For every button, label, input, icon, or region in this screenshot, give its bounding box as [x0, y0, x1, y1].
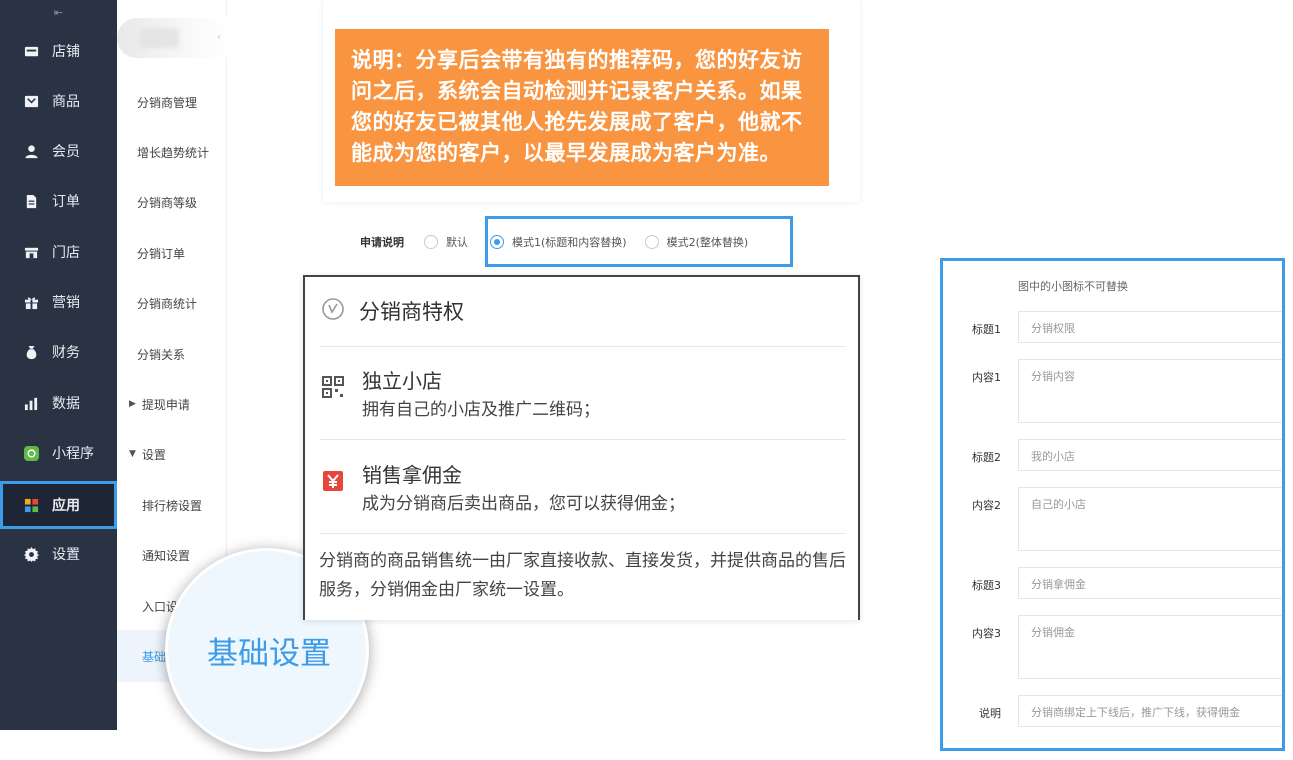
money-bag-icon [22, 343, 40, 361]
submenu-item[interactable]: 分销订单 [117, 234, 227, 272]
field-label: 标题3 [972, 579, 1001, 592]
nav-item-shop[interactable]: 门店 [0, 230, 117, 274]
title2-input[interactable]: 我的小店 [1018, 439, 1282, 471]
yen-icon [321, 469, 345, 493]
gift-icon [22, 293, 40, 311]
badge-check-icon [321, 297, 345, 325]
nav-item-goods[interactable]: 商品 [0, 79, 117, 123]
nav-item-apps[interactable]: 应用 [0, 481, 117, 529]
main-nav: ⇤ 店铺 商品 会员 订单 门店 营销 财务 数据 小程序 应用 设置 [0, 0, 117, 730]
privilege-desc: 成为分销商后卖出商品，您可以获得佣金； [362, 494, 685, 514]
nav-item-label: 会员 [52, 144, 80, 160]
divider [320, 533, 846, 534]
field-label: 说明 [979, 707, 1001, 720]
field-label: 内容3 [972, 627, 1001, 640]
submenu-item[interactable]: 增长趋势统计 [117, 133, 227, 171]
privilege-title: 独立小店 [362, 369, 442, 393]
title1-input[interactable]: 分销权限 [1018, 311, 1282, 343]
privilege-title: 销售拿佣金 [362, 463, 462, 487]
caret-right-icon: ▶ [129, 399, 136, 409]
privilege-desc: 拥有自己的小店及推广二维码； [362, 400, 600, 420]
title3-input[interactable]: 分销拿佣金 [1018, 567, 1282, 599]
notice-text: 说明：分享后会带有独有的推荐码，您的好友访问之后，系统会自动检测并记录客户关系。… [335, 29, 829, 186]
miniprogram-icon [22, 444, 40, 462]
description-input[interactable]: 分销商绑定上下线后，推广下线，获得佣金 [1018, 695, 1282, 727]
nav-item-data[interactable]: 数据 [0, 381, 117, 425]
submenu-item[interactable]: 分销商等级 [117, 183, 227, 221]
radio-highlight-box [485, 216, 793, 267]
preview-footer: 分销商的商品销售统一由厂家直接收款、直接发货，并提供商品的售后服务，分销佣金由厂… [319, 551, 846, 600]
apps-icon [22, 496, 40, 514]
nav-item-marketing[interactable]: 营销 [0, 280, 117, 324]
distributor-privilege-preview: 分销商特权 独立小店 拥有自己的小店及推广二维码； 销售拿佣金 成为分销商后卖出… [303, 275, 860, 620]
submenu-item[interactable]: 分销关系 [117, 335, 227, 373]
nav-item-label: 营销 [52, 295, 80, 311]
submenu-group-withdraw[interactable]: ▶ 提现申请 [117, 385, 227, 423]
content2-textarea[interactable]: 自己的小店 [1018, 487, 1282, 551]
content3-textarea[interactable]: 分销佣金 [1018, 615, 1282, 679]
nav-item-label: 商品 [52, 94, 80, 110]
submenu-item-ranking[interactable]: 排行榜设置 [117, 486, 227, 524]
blurred-store-switch: ‹ [117, 18, 227, 58]
member-icon [22, 142, 40, 160]
caret-down-icon: ▼ [129, 449, 136, 459]
radio-default[interactable]: 默认 [424, 234, 468, 250]
nav-item-label: 数据 [52, 396, 80, 412]
nav-item-finance[interactable]: 财务 [0, 330, 117, 374]
nav-item-label: 财务 [52, 345, 80, 361]
preview-header: 分销商特权 [305, 277, 858, 345]
nav-item-settings[interactable]: 设置 [0, 532, 117, 576]
divider [320, 439, 846, 440]
field-label: 标题2 [972, 451, 1001, 464]
shop-icon [22, 243, 40, 261]
apply-desc-label: 申请说明 [360, 236, 404, 249]
preview-title: 分销商特权 [359, 300, 464, 324]
nav-item-label: 订单 [52, 194, 80, 210]
privilege-form: 图中的小图标不可替换 标题1 分销权限 内容1 分销内容 标题2 我的小店 内容… [940, 258, 1285, 751]
nav-item-store[interactable]: 店铺 [0, 29, 117, 73]
content1-textarea[interactable]: 分销内容 [1018, 359, 1282, 423]
qrcode-icon [321, 375, 345, 399]
privilege-store: 独立小店 拥有自己的小店及推广二维码； [321, 365, 851, 425]
field-label: 内容1 [972, 371, 1001, 384]
gear-icon [22, 545, 40, 563]
nav-item-member[interactable]: 会员 [0, 129, 117, 173]
field-label: 内容2 [972, 499, 1001, 512]
submenu-group-settings[interactable]: ▼ 设置 [117, 435, 227, 473]
privilege-commission: 销售拿佣金 成为分销商后卖出商品，您可以获得佣金； [321, 459, 851, 519]
nav-item-label: 小程序 [52, 446, 94, 462]
goods-icon [22, 92, 40, 110]
nav-item-order[interactable]: 订单 [0, 179, 117, 223]
nav-item-miniprogram[interactable]: 小程序 [0, 431, 117, 475]
divider [320, 346, 846, 347]
form-hint: 图中的小图标不可替换 [1018, 280, 1128, 293]
store-icon [22, 42, 40, 60]
field-label: 标题1 [972, 323, 1001, 336]
submenu-item[interactable]: 分销商统计 [117, 284, 227, 322]
submenu-item[interactable]: 分销商管理 [117, 83, 227, 121]
nav-item-label: 设置 [52, 547, 80, 563]
bar-chart-icon [22, 394, 40, 412]
nav-item-label: 店铺 [52, 44, 80, 60]
magnified-label: 基础设置 [207, 635, 331, 672]
nav-item-label: 门店 [52, 245, 80, 261]
menu-collapse-icon[interactable]: ⇤ [0, 0, 117, 24]
order-icon [22, 192, 40, 210]
nav-item-label: 应用 [52, 498, 80, 514]
